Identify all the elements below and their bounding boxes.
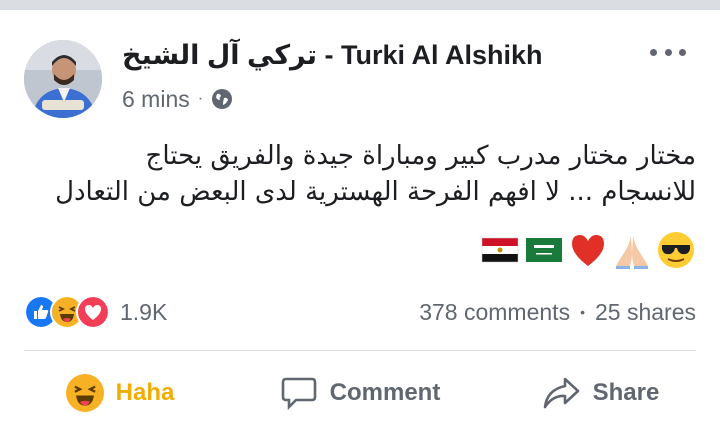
comments-count-link[interactable]: 378 comments xyxy=(419,299,570,326)
post-card: تركي آل الشيخ - Turki Al Alshikh 6 mins … xyxy=(0,10,720,424)
post-options-button[interactable] xyxy=(650,40,686,64)
globe-icon[interactable] xyxy=(211,88,233,110)
post-emoji-row xyxy=(480,228,696,272)
meta-separator: · xyxy=(197,90,204,107)
comment-button[interactable]: Comment xyxy=(240,358,480,428)
comment-button-label: Comment xyxy=(329,379,441,406)
haha-icon xyxy=(65,374,104,412)
haha-button[interactable]: Haha xyxy=(0,358,240,428)
engagement-stats: 378 comments • 25 shares xyxy=(419,292,696,332)
stats-separator: • xyxy=(580,304,585,320)
more-dot-icon xyxy=(650,48,657,56)
post-action-bar: Haha Comment Share xyxy=(0,358,720,428)
heart-emoji-icon xyxy=(572,235,604,266)
reaction-summary[interactable]: 1.9K xyxy=(24,292,167,332)
post-text: مختار مختار مدرب كبير ومباراة جيدة والفر… xyxy=(24,138,696,210)
post-meta: 6 mins · xyxy=(122,86,233,112)
more-dot-icon xyxy=(664,48,672,56)
post-text-line: للانسجام ... لا افهم الفرحة الهسترية لدى… xyxy=(55,177,696,207)
share-button-label: Share xyxy=(592,379,660,406)
post-timestamp[interactable]: 6 mins xyxy=(122,86,190,113)
comment-icon xyxy=(281,377,316,411)
reaction-count: 1.9K xyxy=(120,298,168,325)
share-button[interactable]: Share xyxy=(480,358,720,428)
saudi-flag-emoji-icon xyxy=(526,238,562,262)
shares-count-link[interactable]: 25 shares xyxy=(595,299,696,326)
love-reaction-icon xyxy=(76,295,110,329)
more-dot-icon xyxy=(679,48,686,56)
avatar-photo xyxy=(24,40,102,118)
avatar[interactable] xyxy=(24,40,102,118)
post-author-name[interactable]: تركي آل الشيخ - Turki Al Alshikh xyxy=(122,40,602,80)
haha-button-label: Haha xyxy=(115,379,175,406)
share-icon xyxy=(543,377,579,409)
feed-top-bar xyxy=(0,0,720,10)
sunglasses-emoji-icon xyxy=(658,232,694,268)
post-text-line: مختار مختار مدرب كبير ومباراة جيدة والفر… xyxy=(145,141,696,171)
egypt-flag-emoji-icon xyxy=(481,237,519,263)
action-divider xyxy=(24,350,696,351)
praying-hands-emoji-icon xyxy=(616,236,648,269)
